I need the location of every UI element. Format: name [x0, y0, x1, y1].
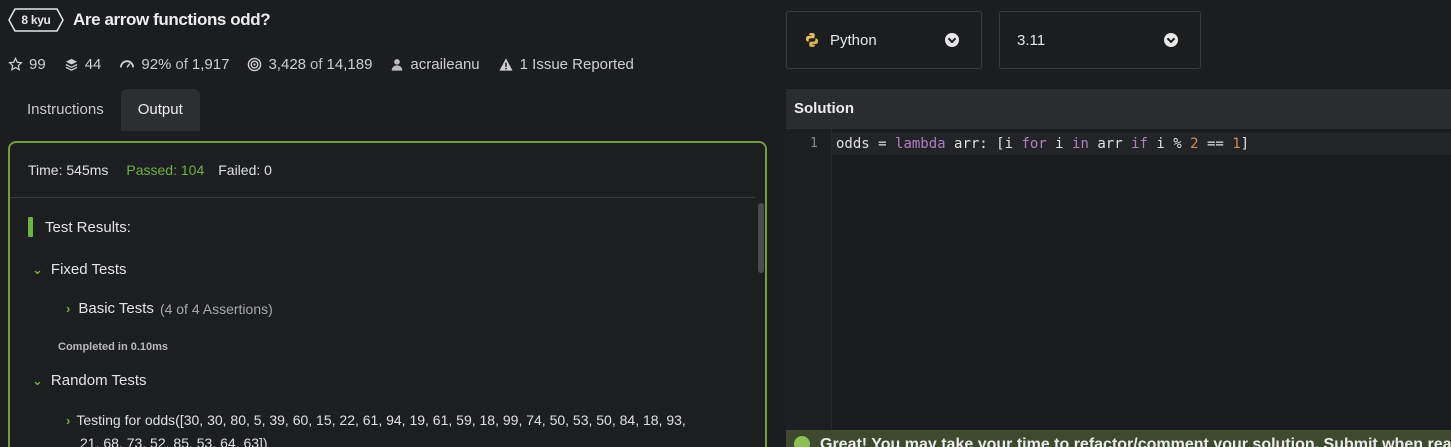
gauge-icon — [120, 59, 135, 68]
completed-count: 3,428 — [268, 55, 307, 73]
panel-tabs: Instructions Output — [10, 89, 200, 131]
collections-count: 44 — [84, 55, 102, 73]
satisfaction-stat: 92% of 1,917 — [119, 56, 229, 73]
check-circle-icon — [794, 436, 810, 447]
line-gutter: 1 — [786, 129, 832, 447]
tab-output[interactable]: Output — [120, 89, 200, 131]
user-icon — [392, 58, 403, 71]
group-label: Fixed Tests — [50, 261, 127, 278]
satisfaction-rating: 92% — [141, 55, 172, 73]
attempts-count: 14,189 — [326, 55, 373, 73]
group-fixed-tests[interactable]: ⌄ Fixed Tests — [32, 261, 127, 278]
layers-icon — [65, 58, 78, 71]
author-stat[interactable]: acraileanu — [390, 56, 480, 73]
basic-tests-item[interactable]: › Basic Tests (4 of 4 Assertions) — [66, 300, 273, 317]
kata-stats: 99 44 92% of 1,917 3,428 of 14,189 acrai… — [8, 54, 652, 74]
success-notice: Great! You may take your time to refacto… — [786, 430, 1451, 447]
results-accent-bar — [28, 217, 33, 237]
chevron-right-icon: › — [66, 301, 71, 316]
solution-header: Solution — [786, 89, 1451, 129]
issues-stat[interactable]: 1 Issue Reported — [498, 56, 634, 73]
run-time: Time: 545ms — [28, 162, 109, 178]
star-icon — [8, 56, 23, 71]
random-test-label: Testing for odds([30, 30, 80, 5, 39, 60,… — [76, 412, 686, 428]
language-value: Python — [830, 31, 877, 49]
output-scrollbar[interactable] — [755, 143, 765, 447]
version-value: 3.11 — [1017, 31, 1046, 49]
rank-label: 8 kyu — [21, 13, 51, 27]
success-notice-text: Great! You may take your time to refacto… — [820, 436, 1451, 447]
passed-count: Passed: 104 — [126, 162, 205, 178]
group-random-tests[interactable]: ⌄ Random Tests — [32, 372, 147, 389]
chevron-right-icon: › — [66, 413, 71, 428]
kata-title[interactable]: Are arrow functions odd? — [73, 10, 271, 30]
warning-icon — [499, 57, 513, 71]
random-test-label-continued: 21, 68, 73, 52, 85, 53, 64, 63]) — [80, 435, 268, 447]
chevron-down-icon — [1164, 33, 1178, 47]
of-label: of — [175, 55, 188, 73]
votes-count: 1,917 — [191, 55, 230, 73]
results-heading-label: Test Results: — [45, 218, 131, 236]
version-select[interactable]: 3.11 — [999, 11, 1201, 69]
target-icon — [248, 57, 262, 71]
stars-stat[interactable]: 99 — [8, 56, 46, 73]
solution-panel: Python 3.11 Solution 1 odds = lambda arr… — [786, 0, 1451, 447]
completed-time: Completed in 0.10ms — [58, 341, 169, 353]
language-select[interactable]: Python — [786, 11, 982, 69]
test-summary: Time: 545ms Passed: 104 Failed: 0 — [10, 143, 755, 198]
of-label-2: of — [310, 55, 323, 73]
author-name[interactable]: acraileanu — [410, 56, 479, 73]
completions-stat: 3,428 of 14,189 — [247, 56, 372, 73]
group-label: Random Tests — [50, 372, 147, 389]
results-heading: Test Results: — [28, 217, 131, 237]
rank-badge: 8 kyu — [8, 8, 64, 32]
issues-label[interactable]: 1 Issue Reported — [520, 56, 634, 73]
random-test-item[interactable]: › Testing for odds([30, 30, 80, 5, 39, 60… — [66, 409, 756, 447]
line-number: 1 — [810, 136, 818, 151]
scrollbar-thumb[interactable] — [758, 203, 764, 273]
assertion-count: (4 of 4 Assertions) — [159, 300, 273, 317]
tab-instructions[interactable]: Instructions — [10, 89, 121, 131]
basic-tests-label: Basic Tests — [78, 300, 154, 317]
code-line[interactable]: odds = lambda arr: [i for i in arr if i … — [832, 133, 1451, 155]
chevron-down-icon: ⌄ — [32, 372, 43, 388]
collections-stat[interactable]: 44 — [64, 55, 102, 73]
kata-panel: 8 kyu Are arrow functions odd? 99 44 92%… — [0, 0, 776, 447]
chevron-down-icon — [945, 33, 959, 47]
output-panel: Time: 545ms Passed: 104 Failed: 0 Test R… — [8, 141, 767, 447]
chevron-down-icon: ⌄ — [32, 261, 43, 277]
python-icon — [806, 33, 818, 47]
failed-count: Failed: 0 — [218, 162, 272, 178]
stars-count: 99 — [29, 55, 46, 73]
code-editor[interactable]: 1 odds = lambda arr: [i for i in arr if … — [786, 129, 1451, 447]
